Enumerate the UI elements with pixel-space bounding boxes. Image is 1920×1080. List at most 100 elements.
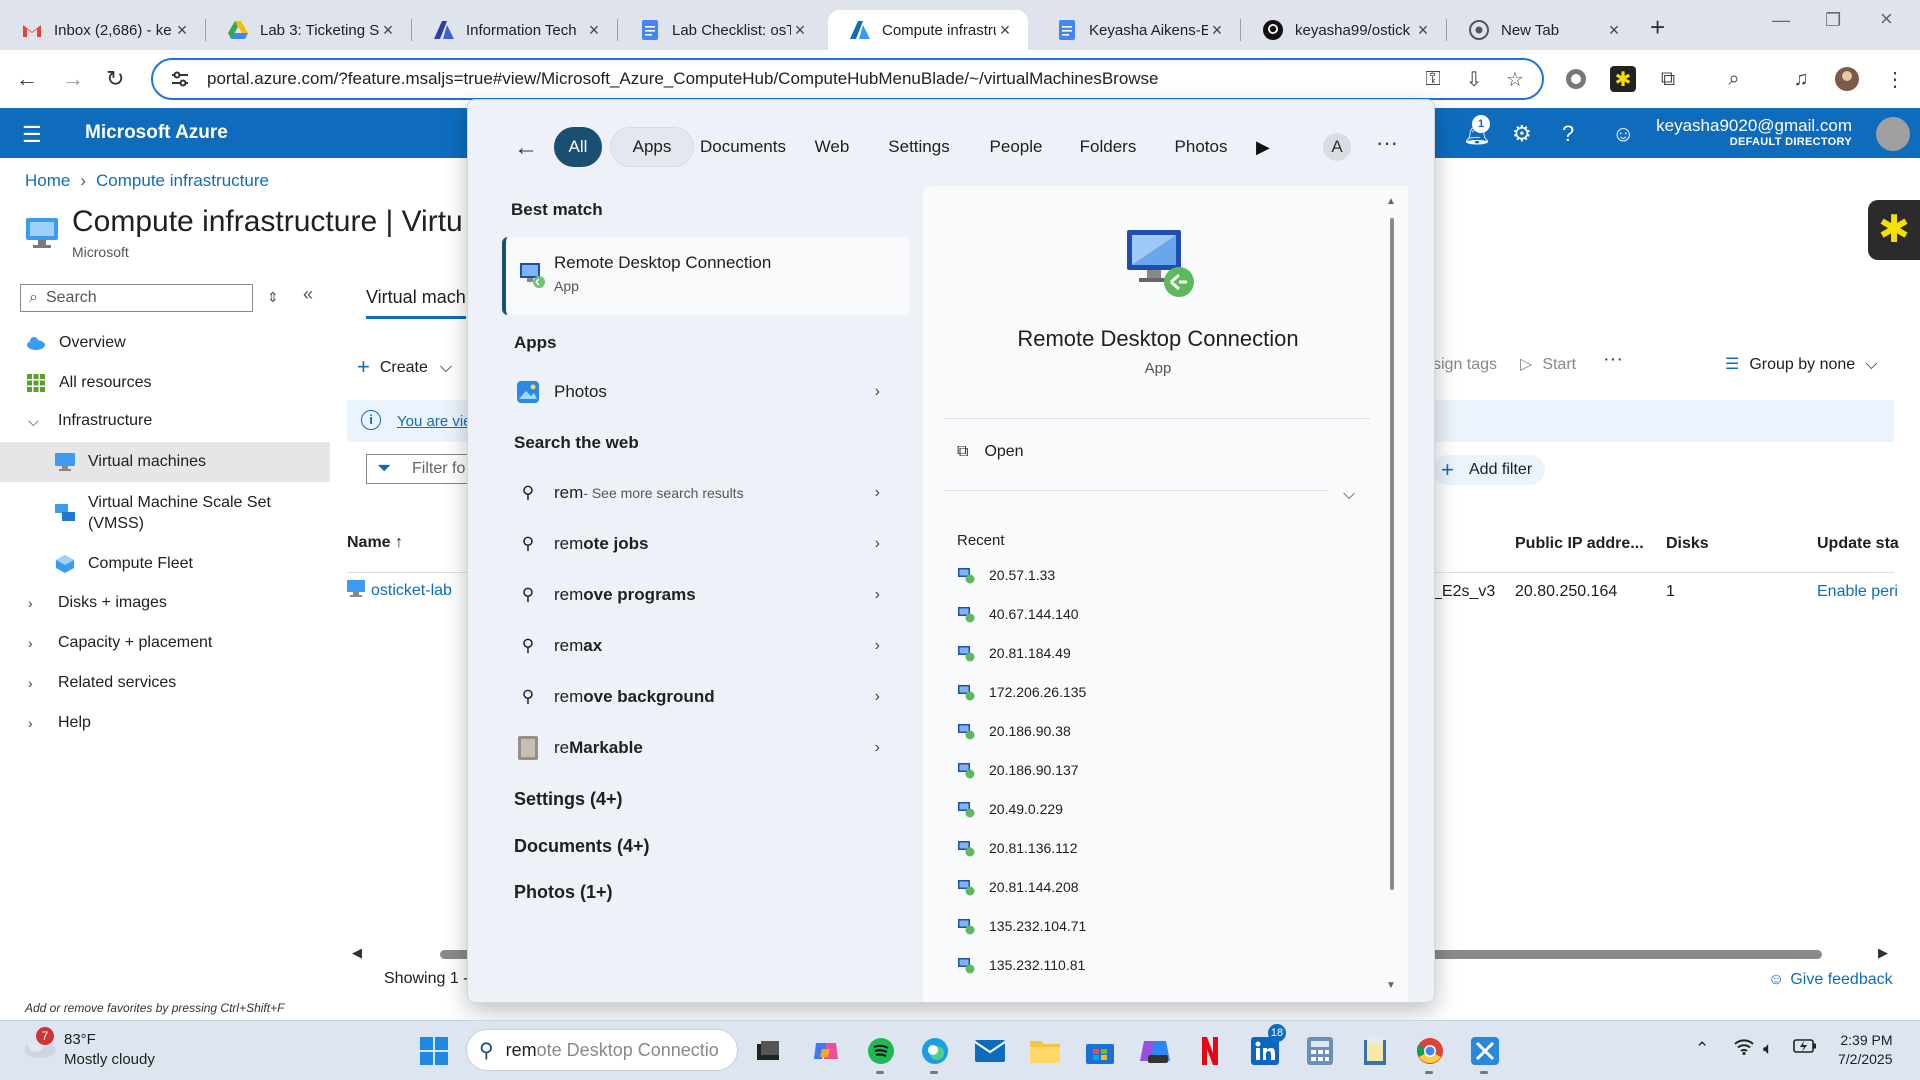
close-tab-icon[interactable]: × bbox=[791, 20, 809, 41]
breadcrumb-home[interactable]: Home bbox=[25, 171, 70, 190]
recent-item[interactable]: 20.57.1.33 bbox=[957, 560, 1055, 590]
nav-compute-fleet[interactable]: Compute Fleet bbox=[0, 544, 330, 584]
recent-item[interactable]: 20.186.90.38 bbox=[957, 716, 1071, 746]
browser-menu-icon[interactable]: ⋮ bbox=[1882, 66, 1908, 92]
nav-related-services[interactable]: › Related services bbox=[0, 663, 330, 703]
account-avatar[interactable] bbox=[1876, 117, 1910, 151]
more-options-icon[interactable]: ··· bbox=[1376, 130, 1398, 156]
chrome-icon[interactable] bbox=[1414, 1035, 1446, 1067]
close-tab-icon[interactable]: × bbox=[173, 20, 191, 41]
web-result[interactable]: ⚲ rem ove programs › bbox=[516, 573, 922, 617]
assign-tags-button[interactable]: sign tags bbox=[1433, 356, 1497, 374]
filter-documents[interactable]: Documents bbox=[680, 127, 806, 167]
chevron-right-icon[interactable]: › bbox=[875, 535, 880, 553]
close-window-button[interactable]: × bbox=[1880, 6, 1893, 32]
recent-item[interactable]: 20.81.136.112 bbox=[957, 833, 1078, 863]
resource-menu-search[interactable]: ⌕ Search bbox=[20, 284, 253, 312]
browser-tab[interactable]: keyasha99/ostick × bbox=[1241, 10, 1446, 50]
show-hidden-icons-chevron[interactable]: ⌃ bbox=[1695, 1039, 1709, 1059]
scroll-left-arrow-icon[interactable]: ◀ bbox=[352, 945, 362, 961]
create-button[interactable]: + Create ⌵ bbox=[357, 354, 452, 380]
web-result[interactable]: ⚲ rem ax › bbox=[516, 624, 922, 668]
recent-item[interactable]: 135.232.110.81 bbox=[957, 950, 1085, 980]
media-controls-icon[interactable]: ♫ bbox=[1788, 66, 1814, 92]
nav-help[interactable]: › Help bbox=[0, 703, 330, 743]
extensions-puzzle-icon[interactable]: ⧉ bbox=[1655, 66, 1681, 92]
documents-group[interactable]: Documents (4+) bbox=[514, 836, 650, 857]
close-tab-icon[interactable]: × bbox=[1414, 20, 1432, 41]
settings-gear-icon[interactable]: ⚙ bbox=[1512, 121, 1532, 147]
help-icon[interactable]: ? bbox=[1562, 121, 1574, 147]
close-tab-icon[interactable]: × bbox=[379, 20, 397, 41]
floating-extension-widget[interactable]: ✱ bbox=[1868, 200, 1920, 260]
copilot-icon[interactable] bbox=[810, 1035, 842, 1067]
chevron-right-icon[interactable]: › bbox=[875, 637, 880, 655]
app-result-photos[interactable]: Photos › bbox=[516, 370, 922, 414]
browser-tab[interactable]: Keyasha Aikens-E × bbox=[1035, 10, 1240, 50]
portal-menu-icon[interactable]: ☰ bbox=[22, 122, 42, 148]
snipping-tool-icon[interactable] bbox=[1469, 1035, 1501, 1067]
enable-periodic-assessment-link[interactable]: Enable peri bbox=[1817, 583, 1898, 601]
close-tab-icon[interactable]: × bbox=[996, 20, 1014, 41]
extension-asterisk-icon[interactable]: ✱ bbox=[1610, 66, 1636, 92]
install-app-icon[interactable]: ⇩ bbox=[1461, 66, 1487, 92]
vertical-scrollbar[interactable] bbox=[1390, 218, 1394, 890]
close-tab-icon[interactable]: × bbox=[585, 20, 603, 41]
settings-group[interactable]: Settings (4+) bbox=[514, 789, 623, 810]
new-tab-button[interactable]: + bbox=[1650, 12, 1665, 43]
minimize-button[interactable]: — bbox=[1772, 10, 1790, 31]
nav-virtual-machines[interactable]: Virtual machines bbox=[0, 442, 330, 482]
open-action[interactable]: ⧉ Open bbox=[957, 443, 1024, 461]
scroll-right-arrow-icon[interactable]: ▶ bbox=[1878, 945, 1888, 961]
volume-icon[interactable]: 🔈︎ bbox=[1763, 1039, 1773, 1059]
remarkable-result[interactable]: re Markable › bbox=[516, 726, 922, 770]
weather-widget[interactable]: 7 83°F Mostly cloudy bbox=[22, 1027, 155, 1068]
recent-item[interactable]: 40.67.144.140 bbox=[957, 599, 1079, 629]
browser-tab[interactable]: New Tab × bbox=[1447, 10, 1637, 50]
browser-tab-active[interactable]: Compute infrastru × bbox=[828, 10, 1028, 50]
column-header-disks[interactable]: Disks bbox=[1666, 535, 1709, 553]
netflix-icon[interactable] bbox=[1194, 1035, 1226, 1067]
feedback-icon[interactable]: ☺ bbox=[1612, 121, 1634, 147]
web-result[interactable]: ⚲ rem ove background › bbox=[516, 675, 922, 719]
address-bar[interactable]: portal.azure.com/?feature.msaljs=true#vi… bbox=[151, 58, 1544, 100]
account-info[interactable]: keyasha9020@gmail.com DEFAULT DIRECTORY bbox=[1656, 116, 1852, 148]
spotify-icon[interactable] bbox=[865, 1035, 897, 1067]
chevron-right-icon[interactable]: › bbox=[875, 739, 880, 757]
browser-tab[interactable]: Inbox (2,686) - ke × bbox=[0, 10, 205, 50]
scroll-down-arrow-icon[interactable]: ▼ bbox=[1386, 980, 1396, 991]
recent-item[interactable]: 172.206.26.135 bbox=[957, 677, 1086, 707]
notepad-icon[interactable] bbox=[1359, 1035, 1391, 1067]
bookmark-star-icon[interactable]: ☆ bbox=[1502, 66, 1528, 92]
site-info-icon[interactable] bbox=[171, 71, 189, 87]
task-view-icon[interactable] bbox=[752, 1035, 784, 1067]
browser-tab[interactable]: Information Tech × bbox=[412, 10, 617, 50]
expand-collapse-icon[interactable]: ⇕ bbox=[267, 289, 279, 306]
close-tab-icon[interactable]: × bbox=[1208, 20, 1226, 41]
start-vm-button[interactable]: ▷ Start bbox=[1520, 354, 1576, 374]
give-feedback-link[interactable]: ☺ Give feedback bbox=[1768, 971, 1893, 989]
microsoft-store-icon[interactable] bbox=[1084, 1035, 1116, 1067]
web-result[interactable]: ⚲ rem - See more search results › bbox=[516, 471, 922, 515]
browser-tab[interactable]: Lab 3: Ticketing S × bbox=[206, 10, 411, 50]
nav-disks-images[interactable]: › Disks + images bbox=[0, 583, 330, 623]
microsoft-365-icon[interactable] bbox=[1139, 1035, 1171, 1067]
add-filter-button[interactable]: + Add filter bbox=[1433, 455, 1545, 485]
group-by-dropdown[interactable]: ☰ Group by none ⌵ bbox=[1725, 354, 1877, 374]
chevron-down-icon[interactable]: ⌵ bbox=[1343, 486, 1355, 504]
more-filters-play-icon[interactable]: ▶ bbox=[1256, 137, 1270, 158]
chevron-right-icon[interactable]: › bbox=[875, 383, 880, 401]
recent-item[interactable]: 20.49.0.229 bbox=[957, 794, 1063, 824]
best-match-result[interactable]: Remote Desktop Connection App bbox=[502, 237, 910, 315]
tab-virtual-machines[interactable]: Virtual mach bbox=[366, 287, 466, 319]
forward-button[interactable]: → bbox=[62, 66, 84, 92]
filter-photos[interactable]: Photos bbox=[1158, 127, 1244, 167]
breadcrumb-compute[interactable]: Compute infrastructure bbox=[96, 171, 269, 190]
mail-icon[interactable] bbox=[974, 1035, 1006, 1067]
collapse-sidebar-icon[interactable]: « bbox=[303, 284, 313, 305]
windows-start-icon[interactable] bbox=[418, 1035, 450, 1067]
back-arrow-icon[interactable]: ← bbox=[514, 134, 538, 162]
column-header-update-status[interactable]: Update sta bbox=[1817, 535, 1899, 553]
filter-folders[interactable]: Folders bbox=[1066, 127, 1150, 167]
chevron-right-icon[interactable]: › bbox=[875, 484, 880, 502]
